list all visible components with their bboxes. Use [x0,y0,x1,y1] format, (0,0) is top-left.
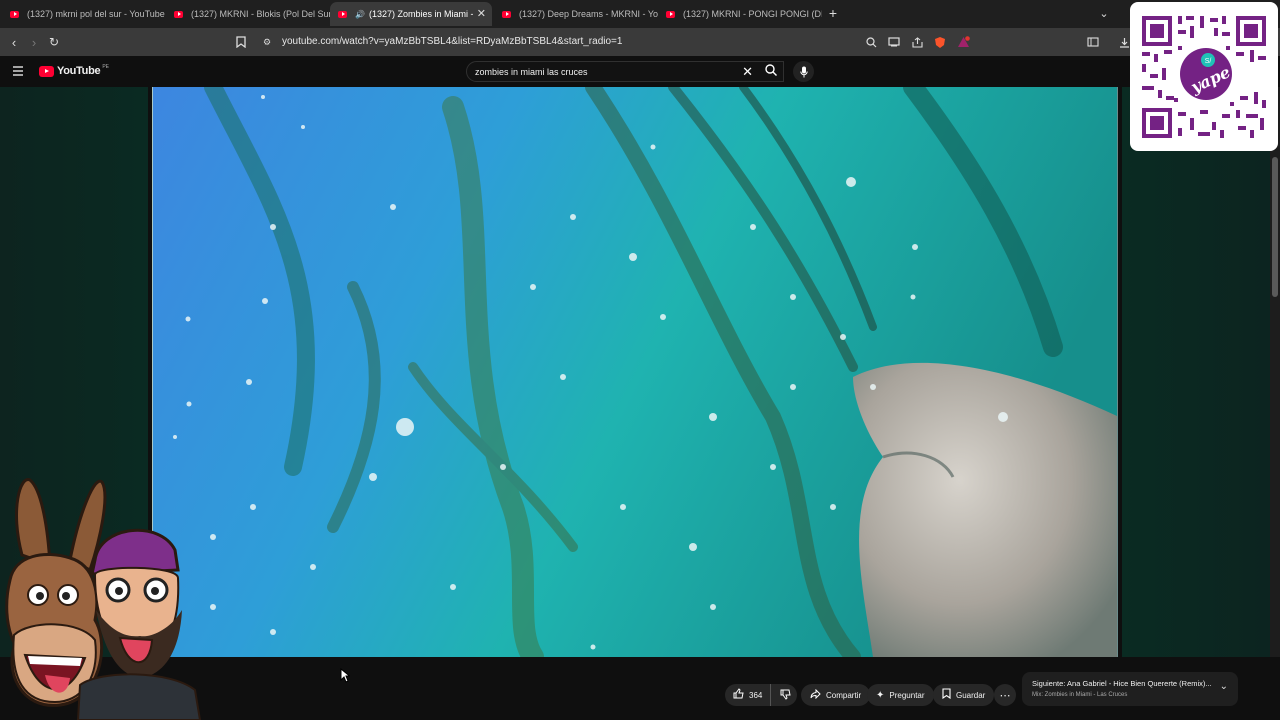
ambient-right-panel [1122,87,1270,657]
like-button[interactable]: 364 [725,684,772,706]
youtube-favicon-icon [666,10,675,18]
video-player[interactable] [152,87,1118,657]
speaker-icon[interactable]: 🔊 [355,10,365,19]
up-next-title: Siguiente: Ana Gabriel - Hice Bien Quere… [1032,679,1212,688]
like-dislike-group: 364 [725,684,797,706]
voice-search-mic-icon[interactable] [793,61,814,82]
thumbs-up-icon [733,688,744,702]
ask-label: Preguntar [889,690,925,700]
browser-tab-strip: (1327) mkrni pol del sur - YouTube (1327… [0,0,1280,28]
new-tab-icon[interactable]: + [825,5,841,21]
country-code: PE [102,64,109,70]
save-playlist-icon [942,688,951,702]
thumbs-down-icon [780,689,791,702]
chevron-down-icon[interactable]: ⌄ [1220,681,1228,692]
browser-tab-3-active[interactable]: 🔊 (1327) Zombies in Miami - La ✕ [330,2,492,26]
browser-tab-1[interactable]: (1327) mkrni pol del sur - YouTube [2,2,166,26]
address-bar-url[interactable]: youtube.com/watch?v=yaMzBbTSBL4&list=RDy… [282,36,622,47]
up-next-mix: Mix: Zombies in Miami - Las Cruces [1032,692,1128,698]
svg-text:S/: S/ [1205,58,1212,65]
browser-toolbar: ‹ › ↻ ⚙ youtube.com/watch?v=yaMzBbTSBL4&… [0,28,1280,56]
share-button[interactable]: Compartir [801,684,871,706]
tab-title: (1327) mkrni pol del sur - YouTube [27,9,165,19]
tab-title: (1327) MKRNI - Blokis (Pol Del Sur Re [191,9,330,19]
tab-title: (1327) Zombies in Miami - La [368,9,473,19]
youtube-favicon-icon [10,10,19,18]
browser-tab-4[interactable]: (1327) Deep Dreams - MKRNI - YouTu [494,2,658,26]
close-tab-icon[interactable]: ✕ [477,7,486,20]
youtube-header: YouTube PE zombies in miami las cruces ✕ [0,56,1280,87]
mouse-cursor-icon [340,668,350,683]
zoom-icon[interactable] [863,34,879,50]
menu-icon[interactable] [10,63,26,79]
clear-search-icon[interactable]: ✕ [742,64,753,80]
sparkle-icon: ✦ [876,689,885,701]
site-settings-icon[interactable]: ⚙ [259,34,275,50]
browser-tab-2[interactable]: (1327) MKRNI - Blokis (Pol Del Sur Re [166,2,330,26]
up-next-card[interactable]: Siguiente: Ana Gabriel - Hice Bien Quere… [1022,672,1238,706]
page-scrollbar[interactable] [1270,87,1280,657]
dislike-button[interactable] [771,684,800,706]
youtube-logo[interactable]: YouTube PE [39,64,109,77]
back-icon[interactable]: ‹ [6,34,22,50]
cast-icon[interactable] [886,34,902,50]
youtube-favicon-icon [502,10,511,18]
more-dots-icon: ⋯ [999,689,1011,702]
save-label: Guardar [956,690,986,700]
like-count: 364 [749,690,763,700]
search-icon[interactable] [765,64,777,79]
search-input[interactable]: zombies in miami las cruces ✕ [466,61,784,82]
share-arrow-icon [810,688,821,702]
video-frame [153,87,1117,657]
brave-shield-icon[interactable] [932,34,948,50]
forward-icon[interactable]: › [26,34,42,50]
tab-title: (1327) MKRNI - PONGI PONGI (DIEG [683,9,822,19]
logo-text: YouTube [57,65,101,77]
sidebar-toggle-icon[interactable] [1085,34,1101,50]
brave-rewards-icon[interactable] [955,34,971,50]
save-button[interactable]: Guardar [933,684,995,706]
reload-icon[interactable]: ↻ [46,34,62,50]
youtube-play-logo-icon [39,65,54,77]
share-page-icon[interactable] [909,34,925,50]
tab-search-chevron-icon[interactable]: ⌄ [1096,5,1112,21]
share-label: Compartir [826,690,862,700]
tab-title: (1327) Deep Dreams - MKRNI - YouTu [519,9,658,19]
browser-tab-5[interactable]: (1327) MKRNI - PONGI PONGI (DIEG [658,2,822,26]
more-actions-button[interactable]: ⋯ [994,684,1016,706]
ask-button[interactable]: ✦ Preguntar [867,684,934,706]
scrollbar-thumb[interactable] [1272,157,1278,297]
bookmark-icon[interactable] [233,34,249,50]
youtube-favicon-icon [174,10,183,18]
youtube-favicon-icon [338,10,347,18]
streamer-mascot-donkey-icon [5,478,202,720]
search-query: zombies in miami las cruces [475,67,588,77]
